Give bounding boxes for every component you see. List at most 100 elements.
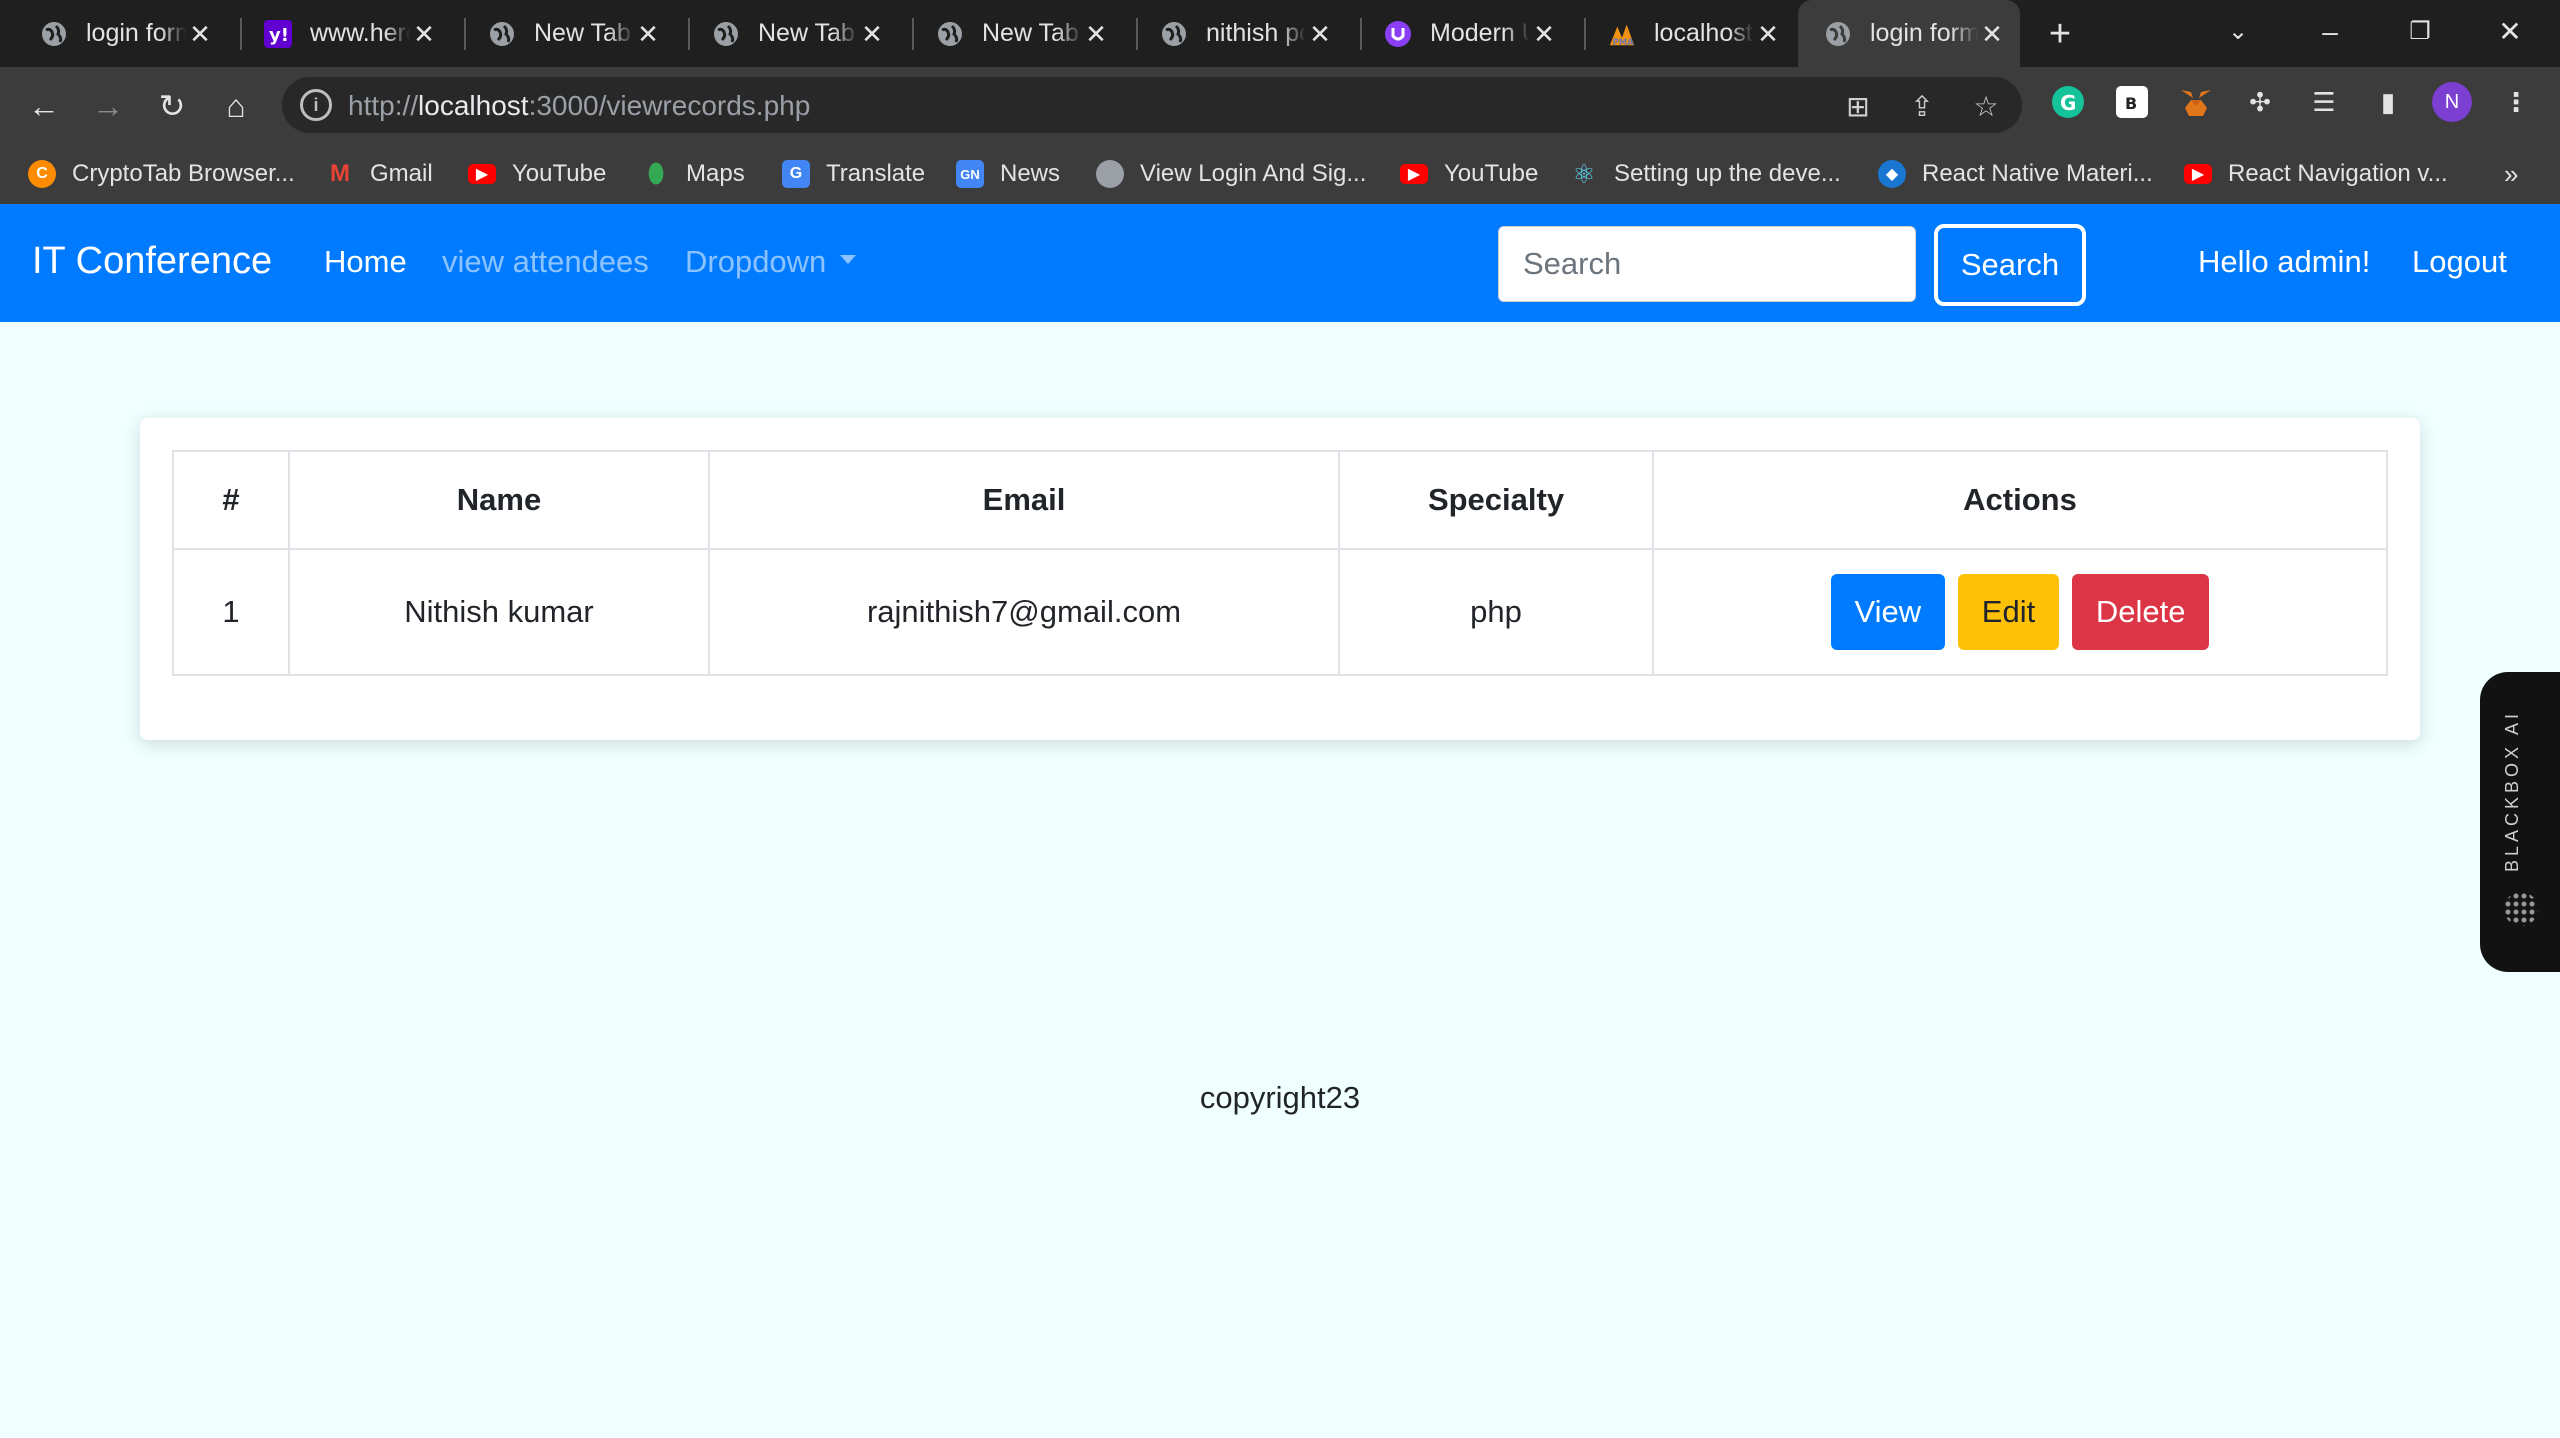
browser-tab[interactable]: nithish portfolio ✕ [1120,0,1348,67]
browser-tab[interactable]: login form ✕ [0,0,228,67]
bookmark-item[interactable]: G Translate [782,144,925,204]
address-bar[interactable]: i http://localhost:3000/viewrecords.php … [282,77,2022,133]
svg-text:PMA: PMA [1613,37,1634,47]
greeting-text: Hello admin! [2198,244,2371,279]
close-icon[interactable]: ✕ [1530,20,1558,48]
bookmark-item[interactable]: ◆ React Native Materi... [1878,144,2153,204]
blackbox-ai-label: BLACKBOX AI [2502,709,2522,872]
close-icon[interactable]: ✕ [1306,20,1334,48]
share-icon[interactable]: ⇪ [1902,87,1942,127]
bookmark-item[interactable]: ⬮ Maps [642,144,745,204]
reading-list-icon[interactable]: ☰ [2304,82,2344,122]
browser-tab-active[interactable]: login form ✕ [1798,0,2020,67]
svg-text:G: G [2060,91,2076,115]
nav-link-home[interactable]: Home [324,244,407,280]
view-button[interactable]: View [1830,574,1946,650]
blackbox-ai-side-widget[interactable]: BLACKBOX AI [2480,672,2560,972]
table-row: 1 Nithish kumar rajnithish7@gmail.com ph… [172,548,2388,676]
bookmark-item[interactable]: ▶ YouTube [468,144,606,204]
globe-icon [712,20,740,48]
metamask-icon[interactable] [2176,82,2216,122]
phpmyadmin-icon: PMA [1608,20,1636,48]
youtube-icon: ▶ [468,164,496,184]
column-header-email: Email [708,450,1340,550]
nav-dropdown-toggle[interactable]: Dropdown [685,244,857,280]
side-panel-icon[interactable]: ▮ [2368,82,2408,122]
bookmark-item[interactable]: GN News [956,144,1060,204]
tab-search-chevron-icon[interactable]: ⌄ [2208,10,2268,54]
bookmark-item[interactable]: ▶ YouTube [1400,144,1538,204]
close-window-button[interactable]: ✕ [2480,10,2540,54]
extensions-puzzle-icon[interactable]: ✣ [2240,82,2280,122]
bookmark-item[interactable]: C CryptoTab Browser... [28,144,295,204]
back-arrow-icon[interactable]: ← [22,84,66,128]
translate-icon: G [782,160,810,188]
column-header-number: # [172,450,290,550]
forward-arrow-icon[interactable]: → [86,84,130,128]
reload-icon[interactable]: ↻ [150,84,194,128]
browser-tab[interactable]: New Tab ✕ [896,0,1124,67]
globe-icon [936,20,964,48]
close-icon[interactable]: ✕ [1978,20,2006,48]
browser-tab[interactable]: New Tab ✕ [672,0,900,67]
more-bookmarks-chevron-icon[interactable]: » [2504,144,2518,204]
row-actions: View Edit Delete [1652,548,2388,676]
bookmark-item[interactable]: ⚛ Setting up the deve... [1570,144,1840,204]
restore-button[interactable]: ❐ [2390,10,2450,54]
browser-tab[interactable]: New Tab ✕ [448,0,676,67]
info-icon[interactable]: i [300,89,332,121]
edit-button[interactable]: Edit [1957,574,2060,650]
navbar-brand[interactable]: IT Conference [32,240,272,283]
bookmark-item[interactable]: M Gmail [326,144,433,204]
home-icon[interactable]: ⌂ [214,84,258,128]
react-icon: ⚛ [1572,158,1596,189]
close-icon[interactable]: ✕ [634,20,662,48]
url-text[interactable]: http://localhost:3000/viewrecords.php [348,90,810,122]
close-icon[interactable]: ✕ [410,20,438,48]
site-navbar: IT Conference Home view attendees Dropdo… [0,204,2560,322]
yahoo-icon: y! [264,19,292,48]
browser-tab[interactable]: Modern UI ✕ [1344,0,1572,67]
translate-icon[interactable]: ⊞ [1838,87,1878,127]
nav-link-view-attendees[interactable]: view attendees [442,244,649,280]
maps-icon: ⬮ [647,158,665,188]
svg-text:y!: y! [269,25,289,46]
browser-tabstrip: login form ✕ y! www.herokuapp ✕ New Tab … [0,0,2560,67]
close-icon[interactable]: ✕ [186,20,214,48]
browser-tab[interactable]: y! www.herokuapp ✕ [224,0,452,67]
caret-down-icon [840,255,857,265]
close-icon[interactable]: ✕ [858,20,886,48]
close-icon[interactable]: ✕ [1754,20,1782,48]
footer-copyright: copyright23 [1199,1080,1361,1115]
browser-tab[interactable]: PMA localhost ✕ [1568,0,1796,67]
attendee-specialty: php [1338,548,1654,676]
attendees-table: # Name Email Specialty Actions 1 Nithish… [172,450,2388,676]
youtube-icon: ▶ [2184,164,2212,184]
search-button[interactable]: Search [1934,224,2086,306]
avatar[interactable]: N [2432,82,2472,122]
blackbox-extension-icon[interactable]: B [2112,82,2152,122]
bookmark-item[interactable]: ▶ React Navigation v... [2184,144,2448,204]
records-card: # Name Email Specialty Actions 1 Nithish… [140,418,2420,740]
menu-kebab-icon[interactable]: ⋮ [2496,82,2536,122]
blackbox-logo-icon [2504,892,2538,926]
globe-icon [1824,20,1852,48]
globe-icon [1160,20,1188,48]
new-tab-button[interactable]: + [2040,14,2080,54]
bookmark-item[interactable]: View Login And Sig... [1096,144,1366,204]
cryptotab-icon: C [28,160,56,188]
globe-icon [40,20,68,48]
youtube-icon: ▶ [1400,164,1428,184]
grammarly-icon[interactable]: G [2048,82,2088,122]
bookmark-star-icon[interactable]: ☆ [1966,87,2006,127]
minimize-button[interactable]: – [2300,10,2360,54]
column-header-specialty: Specialty [1338,450,1654,550]
search-input[interactable] [1498,226,1916,302]
logout-link[interactable]: Logout [2412,244,2507,280]
delete-button[interactable]: Delete [2071,574,2210,650]
gmail-icon: M [330,160,350,187]
bookmarks-bar: C CryptoTab Browser... M Gmail ▶ YouTube ⬮ M… [0,144,2560,204]
uplabs-icon [1384,20,1412,48]
close-icon[interactable]: ✕ [1082,20,1110,48]
globe-icon [1096,160,1124,188]
